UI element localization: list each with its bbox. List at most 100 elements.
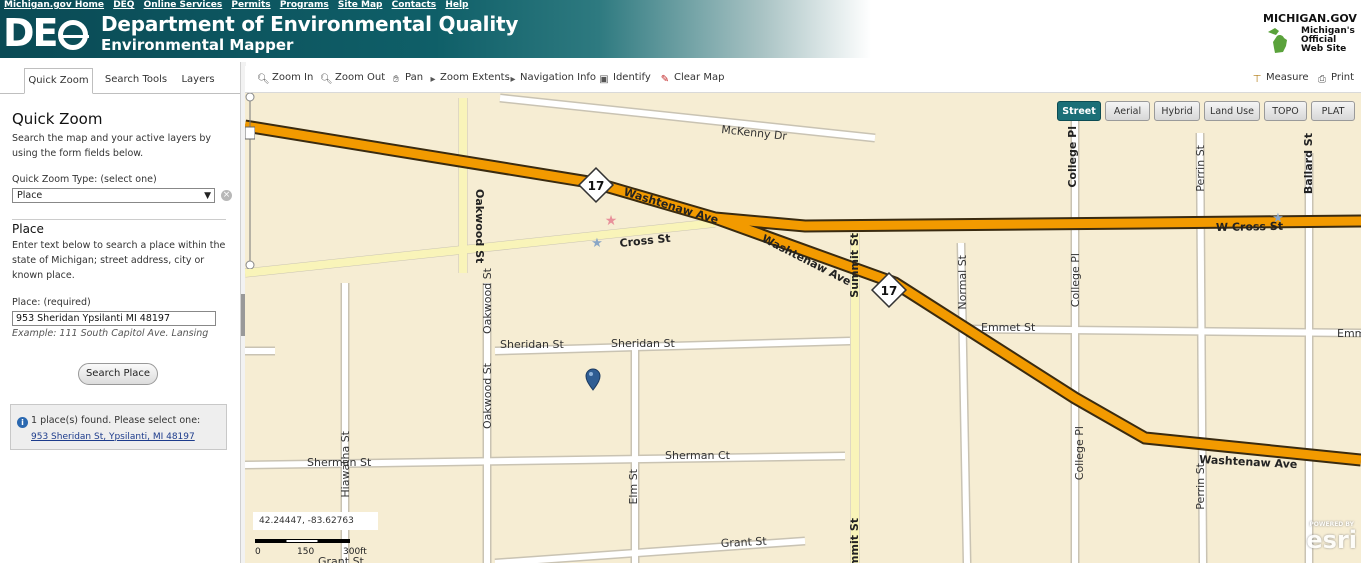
arrow-right-icon: ▸ bbox=[510, 74, 516, 85]
basemap-aerial-button[interactable]: Aerial bbox=[1105, 101, 1150, 121]
measure-icon: ⊤ bbox=[1252, 74, 1262, 85]
label-oakwood-st: Oakwood St bbox=[481, 267, 494, 334]
zoom-out-tool[interactable]: 🔍︎ Zoom Out bbox=[320, 72, 385, 86]
quick-zoom-type-label: Quick Zoom Type: (select one) bbox=[12, 174, 157, 185]
esri-powered-by: POWERED BY bbox=[1309, 521, 1354, 528]
place-section-title: Place bbox=[12, 222, 44, 236]
clear-icon[interactable]: × bbox=[221, 190, 232, 201]
label-grant-st: Grant St bbox=[720, 535, 767, 550]
deq-logo-q bbox=[58, 20, 89, 50]
link-deq[interactable]: DEQ bbox=[113, 0, 134, 10]
map-canvas[interactable]: 17 17 ★ ★ ★ McKenny Dr Washtenaw Ave Was… bbox=[245, 93, 1361, 563]
panel-tabs: Quick Zoom Search Tools Layers bbox=[0, 62, 240, 94]
link-online-services[interactable]: Online Services bbox=[144, 0, 223, 10]
zoom-in-icon: 🔍︎ bbox=[257, 74, 270, 85]
eraser-icon: ✎ bbox=[660, 74, 670, 85]
tab-layers[interactable]: Layers bbox=[176, 68, 220, 92]
top-links: Michigan.gov Home DEQ Online Services Pe… bbox=[4, 0, 474, 11]
zoom-extents-tool[interactable]: ▸ Zoom Extents bbox=[429, 72, 509, 86]
label-ballard-st: Ballard St bbox=[1302, 133, 1315, 194]
link-michigan-home[interactable]: Michigan.gov Home bbox=[4, 0, 104, 10]
place-example: Example: 111 South Capitol Ave. Lansing bbox=[12, 328, 209, 339]
label-perrin-st: Perrin St bbox=[1194, 144, 1207, 191]
tab-quick-zoom[interactable]: Quick Zoom bbox=[24, 68, 93, 94]
label-oakwood-st: Oakwood St bbox=[481, 362, 494, 429]
basemap-hybrid-button[interactable]: Hybrid bbox=[1154, 101, 1200, 121]
link-permits[interactable]: Permits bbox=[231, 0, 270, 10]
basemap-street-button[interactable]: Street bbox=[1057, 101, 1101, 121]
hand-icon: ✋︎ bbox=[393, 74, 399, 85]
star-icon: ★ bbox=[591, 236, 603, 251]
michigan-gov-logo[interactable]: MICHIGAN.GOV Michigan's Official Web Sit… bbox=[1263, 12, 1357, 56]
info-icon: i bbox=[17, 417, 28, 428]
results-message: 1 place(s) found. Please select one: bbox=[31, 415, 201, 426]
measure-tool[interactable]: ⊤ Measure bbox=[1251, 72, 1309, 86]
label-w-cross-st: W Cross St bbox=[1216, 220, 1283, 234]
label-college-pl: College Pl bbox=[1069, 253, 1082, 307]
map-toolbar: 🔍︎ Zoom In 🔍︎ Zoom Out ✋︎ Pan ▸ Zoom Extents… bbox=[245, 66, 1361, 93]
label-college: College Pl bbox=[1066, 126, 1079, 188]
search-place-button[interactable]: Search Place bbox=[78, 363, 158, 385]
search-results-box: i 1 place(s) found. Please select one: 9… bbox=[10, 404, 227, 450]
label-college-pl: College Pl bbox=[1073, 426, 1086, 480]
dropdown-arrow-icon: ▼ bbox=[204, 191, 211, 201]
place-field-label: Place: (required) bbox=[12, 297, 91, 308]
quick-zoom-description: Search the map and your active layers by… bbox=[12, 133, 212, 159]
clear-map-tool[interactable]: ✎ Clear Map bbox=[659, 72, 725, 86]
left-panel: Quick Zoom Search Tools Layers Quick Zoo… bbox=[0, 62, 241, 563]
quick-zoom-title: Quick Zoom bbox=[12, 110, 103, 128]
basemap-topo-button[interactable]: TOPO bbox=[1264, 101, 1307, 121]
basemap-plat-button[interactable]: PLAT bbox=[1311, 101, 1355, 121]
label-sheridan-st: Sheridan St bbox=[611, 337, 675, 350]
label-summit-st: Summit St bbox=[848, 233, 861, 298]
link-programs[interactable]: Programs bbox=[280, 0, 329, 10]
scale-label: 0 bbox=[255, 547, 261, 557]
place-input[interactable] bbox=[12, 311, 216, 326]
esri-logo: POWERED BY esri bbox=[1306, 521, 1357, 554]
department-title: Department of Environmental Quality bbox=[101, 12, 519, 36]
scale-bar: 0 150 300ft bbox=[255, 536, 367, 558]
tab-search-tools[interactable]: Search Tools bbox=[98, 68, 174, 92]
scale-label: 150 bbox=[297, 547, 315, 557]
basemap-land-use-button[interactable]: Land Use bbox=[1204, 101, 1260, 121]
link-help[interactable]: Help bbox=[445, 0, 468, 10]
zoom-out-icon: 🔍︎ bbox=[320, 74, 333, 85]
michigan-tagline: Michigan's Official Web Site bbox=[1301, 26, 1355, 54]
navigation-info-tool[interactable]: ▸ Navigation Info bbox=[509, 72, 596, 86]
deq-logo[interactable]: DE bbox=[3, 11, 95, 55]
location-pin-icon[interactable] bbox=[585, 368, 601, 391]
label-sherman-ct: Sherman Ct bbox=[665, 449, 731, 462]
link-site-map[interactable]: Site Map bbox=[338, 0, 383, 10]
label-summit-st: Summit St bbox=[848, 518, 861, 563]
result-link[interactable]: 953 Sheridan St, Ypsilanti, MI 48197 bbox=[31, 432, 195, 442]
michigan-map-icon bbox=[1268, 28, 1287, 53]
deq-logo-text: DE bbox=[3, 11, 58, 55]
street-map: 17 17 ★ ★ ★ McKenny Dr Washtenaw Ave Was… bbox=[245, 93, 1361, 563]
quick-zoom-type-select[interactable]: Place ▼ bbox=[12, 188, 215, 203]
svg-text:17: 17 bbox=[588, 179, 605, 193]
identify-tool[interactable]: ▣ Identify bbox=[598, 72, 650, 86]
label-emmet-st: Emmet St bbox=[1337, 327, 1361, 340]
label-elm-st: Elm St bbox=[627, 468, 640, 504]
label-perrin-st: Perrin St bbox=[1194, 462, 1207, 509]
star-icon: ★ bbox=[605, 213, 618, 229]
svg-text:17: 17 bbox=[881, 284, 898, 298]
michigan-gov-text: MICHIGAN.GOV bbox=[1263, 12, 1357, 25]
label-sherman-st: Sherman St bbox=[307, 456, 372, 469]
pan-tool[interactable]: ✋︎ Pan bbox=[390, 72, 423, 86]
label-oakwood-st: Oakwood St bbox=[473, 189, 486, 263]
scale-bar-graphic bbox=[255, 539, 350, 543]
label-sheridan-st: Sheridan St bbox=[500, 338, 564, 351]
zoom-in-tool[interactable]: 🔍︎ Zoom In bbox=[257, 72, 313, 86]
basemap-switcher: Street Aerial Hybrid Land Use TOPO PLAT bbox=[1057, 101, 1355, 122]
link-contacts[interactable]: Contacts bbox=[392, 0, 437, 10]
app-title: Environmental Mapper bbox=[101, 36, 294, 54]
identify-icon: ▣ bbox=[599, 74, 609, 85]
printer-icon: ⎙ bbox=[1318, 74, 1326, 85]
site-header: Michigan.gov Home DEQ Online Services Pe… bbox=[0, 0, 1361, 58]
print-tool[interactable]: ⎙ Print bbox=[1316, 72, 1354, 86]
zoom-slider[interactable] bbox=[245, 93, 255, 269]
divider bbox=[12, 219, 226, 220]
route-17-shield: 17 bbox=[577, 166, 615, 204]
label-normal-st: Normal St bbox=[956, 254, 969, 309]
